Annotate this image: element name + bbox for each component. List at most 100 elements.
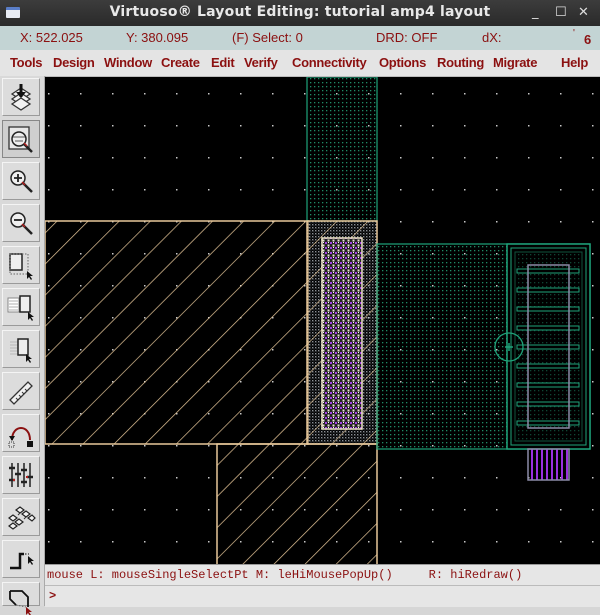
stretch-button[interactable] [2,246,40,284]
grid-dot [176,509,178,511]
arc-button[interactable] [2,414,40,452]
grid-dot [592,125,594,127]
grid-dot [528,125,530,127]
grid-dot [272,125,274,127]
zoom-out-button[interactable] [2,204,40,242]
grid-dot [592,221,594,223]
create-path-button[interactable] [2,540,40,578]
grid-dot [592,189,594,191]
fit-view-button[interactable] [2,120,40,158]
menu-options[interactable]: Options [379,55,426,70]
grid-dot [464,157,466,159]
metal-strip-vertical[interactable] [306,77,378,222]
grid-dot [496,157,498,159]
transistor-cell[interactable] [494,243,591,450]
menu-routing[interactable]: Routing [437,55,484,70]
fit-view-icon [8,126,33,153]
grid-dot [592,541,594,543]
create-polygon-button[interactable] [2,582,40,615]
stretch-icon [9,253,33,280]
poly-shape-lower[interactable] [216,443,378,564]
zoom-in-icon [10,170,33,193]
layout-drawing[interactable] [45,77,600,564]
grid-dot [464,541,466,543]
properties-button[interactable] [2,456,40,494]
grid-dot [144,157,146,159]
grid-dot [272,93,274,95]
menu-verify[interactable]: Verify [244,55,278,70]
grid-dot [112,509,114,511]
close-button[interactable]: ✕ [578,5,589,20]
grid-dot [496,93,498,95]
grid-dot [80,445,82,447]
grid-dot [496,509,498,511]
layout-canvas[interactable] [45,77,600,564]
grid-dot [208,541,210,543]
grid-dot [112,93,114,95]
maximize-button[interactable]: ☐ [555,5,567,20]
grid-dot [432,93,434,95]
grid-dot [144,93,146,95]
create-instance-icon [8,506,36,530]
via-block-bottom[interactable] [527,448,570,481]
grid-dot [592,93,594,95]
grid-dot [240,93,242,95]
grid-dot [208,125,210,127]
create-instance-button[interactable] [2,498,40,536]
ruler-button[interactable] [2,372,40,410]
menu-help[interactable]: Help [561,55,588,70]
window-title: Virtuoso® Layout Editing: tutorial amp4 … [109,4,491,20]
move-button[interactable] [2,330,40,368]
grid-dot [592,477,594,479]
grid-dot [144,189,146,191]
x-coordinate: X: 522.025 [20,30,83,45]
mouse-binding-text: mouse L: mouseSingleSelectPt M: leHiMous… [47,568,523,582]
grid-dot [400,509,402,511]
grid-dot [528,93,530,95]
copy-icon [7,295,34,321]
grid-dot [80,509,82,511]
command-count: 6 [584,32,592,47]
grid-dot [400,157,402,159]
grid-dot [560,157,562,159]
grid-dot [48,157,50,159]
grid-dot [496,477,498,479]
create-polygon-icon [9,590,32,615]
zoom-in-button[interactable] [2,162,40,200]
ruler-icon [9,381,33,405]
menu-edit[interactable]: Edit [211,55,235,70]
copy-button[interactable] [2,288,40,326]
menu-tools[interactable]: Tools [10,55,43,70]
grid-dot [432,157,434,159]
menu-window[interactable]: Window [104,55,152,70]
menu-connectivity[interactable]: Connectivity [292,55,367,70]
grid-dot [464,93,466,95]
title-bar[interactable]: Virtuoso® Layout Editing: tutorial amp4 … [0,0,600,26]
grid-dot [592,253,594,255]
grid-dot [208,157,210,159]
grid-dot [80,541,82,543]
properties-icon [9,463,33,487]
grid-dot [112,157,114,159]
grid-dot [560,189,562,191]
y-coordinate: Y: 380.095 [126,30,189,45]
grid-dot [80,477,82,479]
grid-dot [144,541,146,543]
grid-dot [80,157,82,159]
grid-dot [304,157,306,159]
grid-dot [560,541,562,543]
command-input[interactable]: > [45,585,600,607]
grid-dot [432,509,434,511]
undo-arc-icon [8,427,33,448]
status-tick: ' [573,28,575,39]
grid-dot [464,477,466,479]
minimize-button[interactable]: _ [532,5,539,20]
menu-migrate[interactable]: Migrate [493,55,537,70]
via-array[interactable] [321,237,363,430]
poly-shape-large[interactable] [45,220,309,445]
menu-design[interactable]: Design [53,55,95,70]
menu-create[interactable]: Create [161,55,200,70]
grid-dot [304,93,306,95]
save-button[interactable] [2,78,40,116]
grid-dot [400,221,402,223]
